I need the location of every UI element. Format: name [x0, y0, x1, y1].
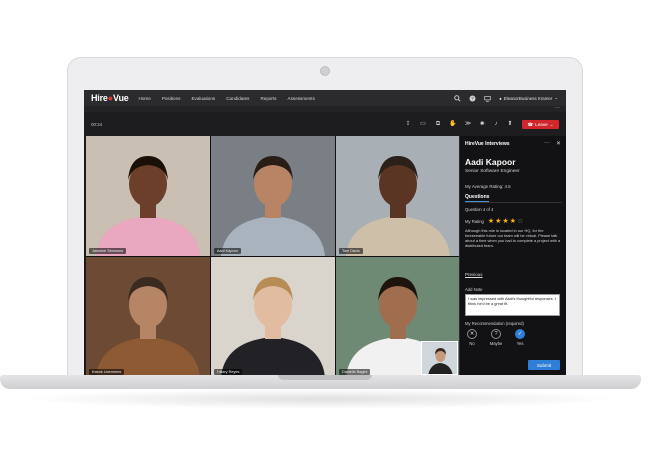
- recommendation-yes[interactable]: ✓ Yes: [513, 329, 527, 346]
- self-view-video[interactable]: [421, 341, 458, 375]
- x-icon: ✕: [467, 329, 477, 339]
- nav-positions[interactable]: Positions: [162, 96, 181, 101]
- participant-video: [221, 277, 325, 376]
- laptop-mockup: Hire●Vue Home Positions Evaluations Cand…: [0, 0, 650, 451]
- raise-hand-icon[interactable]: ✋: [449, 120, 457, 128]
- star-icon[interactable]: ★: [510, 218, 516, 225]
- chevron-down-icon: ⌄: [549, 121, 554, 127]
- user-icon: ●: [499, 95, 502, 101]
- nav-evaluations[interactable]: Evaluations: [191, 96, 215, 101]
- tab-questions[interactable]: Questions: [465, 194, 490, 202]
- leave-button[interactable]: ☎ Leave ⌄: [522, 120, 559, 129]
- recommendation-options: ✕ No ? Maybe ✓ Yes: [465, 329, 527, 346]
- question-text: Although this role is located in our HQ,…: [465, 228, 561, 248]
- mic-icon[interactable]: ♪: [492, 120, 500, 128]
- candidate-name: Aadi Kapoor: [465, 157, 516, 167]
- app-screen: Hire●Vue Home Positions Evaluations Cand…: [84, 90, 566, 376]
- star-icon[interactable]: ☆: [517, 218, 523, 225]
- star-icon[interactable]: ★: [502, 218, 508, 225]
- laptop-camera: [320, 66, 330, 76]
- question-icon: ?: [491, 329, 501, 339]
- copy-icon[interactable]: ⧉: [434, 120, 442, 128]
- question-counter: Question 4 of 4: [465, 207, 494, 212]
- call-toolbar: 00:24 ⇪ ▭ ⧉ ✋ ≫ ··· ■ ♪ ⬆ ☎ Leave ⌄: [84, 112, 566, 136]
- video-tile[interactable]: Hillary Reyes: [211, 257, 335, 376]
- nav-home[interactable]: Home: [139, 96, 151, 101]
- video-tile[interactable]: Tom Davis: [336, 136, 460, 256]
- recommendation-no[interactable]: ✕ No: [465, 329, 479, 346]
- participant-video: [96, 156, 200, 256]
- video-grid: Jasmine Simmons Aadi Kapoor Tom Davis Kabok…: [86, 136, 460, 376]
- recommendation-label: My Recommendation (required): [465, 321, 524, 326]
- participant-video: [346, 156, 450, 256]
- monitor-icon[interactable]: [484, 95, 491, 102]
- video-tile[interactable]: Kabok Unemmes: [86, 257, 210, 376]
- more-icon[interactable]: ···: [554, 105, 560, 111]
- previous-link[interactable]: Previous: [465, 272, 483, 277]
- laptop-shadow: [18, 389, 623, 409]
- laptop-notch: [278, 375, 372, 380]
- user-menu[interactable]: ● EleanorBusiness Kramer ⌄: [499, 95, 558, 101]
- check-icon: ✓: [515, 329, 525, 339]
- chevron-down-icon: ⌄: [554, 95, 558, 100]
- phone-icon: ☎: [527, 121, 534, 127]
- my-rating: My Rating ★ ★ ★ ★ ☆: [465, 218, 523, 225]
- help-icon[interactable]: ?: [469, 94, 476, 102]
- call-controls-right: ■ ♪ ⬆: [478, 120, 514, 128]
- submit-button[interactable]: Submit: [528, 360, 560, 370]
- nav-candidates[interactable]: Candidates: [226, 96, 249, 101]
- participant-video: [221, 156, 325, 256]
- video-tile[interactable]: Aadi Kapoor: [211, 136, 335, 256]
- recommendation-maybe[interactable]: ? Maybe: [489, 329, 503, 346]
- call-controls-left: ⇪ ▭ ⧉ ✋ ≫ ···: [404, 120, 487, 128]
- nav-reports[interactable]: Reports: [260, 96, 276, 101]
- participant-name: Tom Davis: [339, 248, 363, 254]
- star-icon[interactable]: ★: [488, 218, 494, 225]
- user-name: EleanorBusiness Kramer: [503, 95, 553, 101]
- tab-divider: [465, 202, 562, 203]
- call-timer: 00:24: [91, 122, 103, 127]
- camera-icon[interactable]: ■: [478, 120, 486, 128]
- chat-icon[interactable]: ▭: [419, 120, 427, 128]
- screen-share-icon[interactable]: ⬆: [506, 120, 514, 128]
- video-tile[interactable]: Jasmine Simmons: [86, 136, 210, 256]
- share-icon[interactable]: ⇪: [404, 120, 412, 128]
- star-rating[interactable]: ★ ★ ★ ★ ☆: [488, 218, 523, 225]
- my-rating-label: My Rating: [465, 219, 484, 224]
- hirevue-logo[interactable]: Hire●Vue: [91, 93, 129, 103]
- close-icon[interactable]: ✕: [556, 140, 561, 147]
- note-textarea[interactable]: I was impressed with Aadi's thoughtful r…: [465, 294, 560, 316]
- search-icon[interactable]: [454, 94, 461, 102]
- panel-title: HireVue Interviews: [465, 141, 510, 147]
- candidate-role: Senior Software Engineer: [465, 169, 520, 174]
- top-navbar: Hire●Vue Home Positions Evaluations Cand…: [84, 90, 566, 106]
- hirevue-interviews-panel: HireVue Interviews ··· ✕ Aadi Kapoor Sen…: [459, 136, 566, 376]
- nav-assessments[interactable]: Assessments: [288, 96, 315, 101]
- participant-name: Jasmine Simmons: [89, 248, 127, 254]
- video-tile[interactable]: Danielle Bagini: [336, 257, 460, 376]
- participant-name: Aadi Kapoor: [214, 248, 241, 254]
- star-icon[interactable]: ★: [495, 218, 501, 225]
- add-note-label: Add Note: [465, 287, 483, 292]
- hirevue-panel-icon[interactable]: ≫: [464, 120, 472, 128]
- average-rating: My Average Rating: 4.5: [465, 184, 511, 189]
- participant-video: [96, 277, 200, 376]
- more-icon[interactable]: ···: [544, 140, 550, 147]
